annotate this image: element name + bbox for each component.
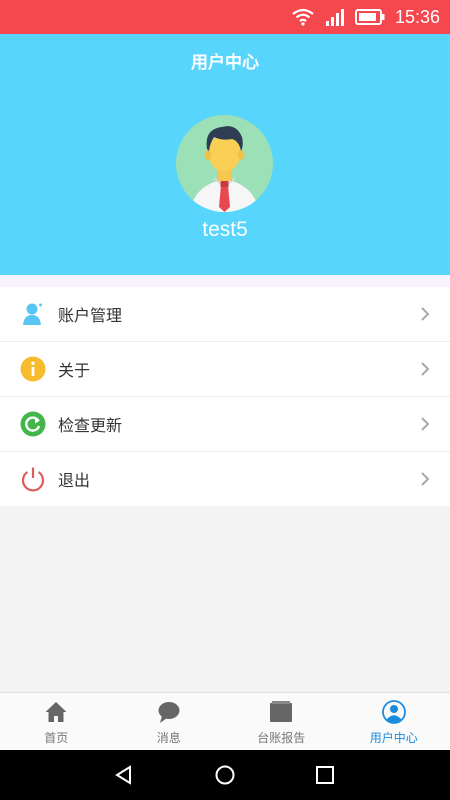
folder-icon: [270, 701, 293, 722]
chevron-right-icon: [421, 472, 430, 486]
tab-home[interactable]: 首页: [0, 693, 113, 751]
bottom-tab-bar: 首页 消息 台账报告 用户中心: [0, 692, 450, 751]
account-icon: [23, 303, 42, 325]
tab-user-center[interactable]: 用户中心: [338, 693, 450, 751]
user-icon: [381, 700, 406, 724]
power-icon: [21, 467, 45, 492]
home-icon: [45, 702, 67, 722]
tab-label: 消息: [156, 731, 181, 745]
username: test5: [202, 218, 248, 241]
profile-header: 用户中心 test5: [0, 34, 450, 275]
tab-label: 台账报告: [257, 731, 306, 745]
section-gap: [0, 275, 450, 287]
wifi-icon: [292, 8, 314, 26]
menu-item-label: 关于: [58, 361, 91, 380]
avatar-illustration: [190, 126, 259, 212]
tab-messages[interactable]: 消息: [113, 693, 226, 751]
menu-item-check-update[interactable]: 检查更新: [0, 397, 450, 452]
settings-menu: 账户管理 关于 检查更新 退出: [0, 287, 450, 506]
page-title: 用户中心: [191, 53, 259, 73]
message-icon: [158, 702, 180, 723]
status-bar: 15:36: [0, 0, 450, 34]
battery-icon: [354, 9, 385, 25]
tab-label: 用户中心: [369, 731, 418, 745]
chevron-right-icon: [421, 362, 430, 376]
tab-ledger-report[interactable]: 台账报告: [225, 693, 338, 751]
status-icons: 15:36: [291, 0, 440, 34]
menu-item-account[interactable]: 账户管理: [0, 287, 450, 342]
menu-item-label: 检查更新: [58, 416, 123, 435]
back-icon[interactable]: [114, 765, 134, 785]
system-nav-bar: [0, 750, 450, 800]
menu-item-about[interactable]: 关于: [0, 342, 450, 397]
chevron-right-icon: [421, 307, 430, 321]
refresh-icon: [20, 411, 46, 437]
recent-apps-icon[interactable]: [315, 765, 335, 785]
menu-item-label: 账户管理: [58, 306, 123, 325]
signal-icon: [325, 9, 344, 26]
chevron-right-icon: [421, 417, 430, 431]
home-circle-icon[interactable]: [215, 765, 235, 785]
status-time: 15:36: [394, 6, 440, 27]
menu-item-logout[interactable]: 退出: [0, 452, 450, 506]
info-icon: [20, 356, 46, 382]
tab-label: 首页: [44, 731, 69, 745]
avatar[interactable]: [176, 115, 273, 212]
menu-item-label: 退出: [58, 471, 91, 490]
